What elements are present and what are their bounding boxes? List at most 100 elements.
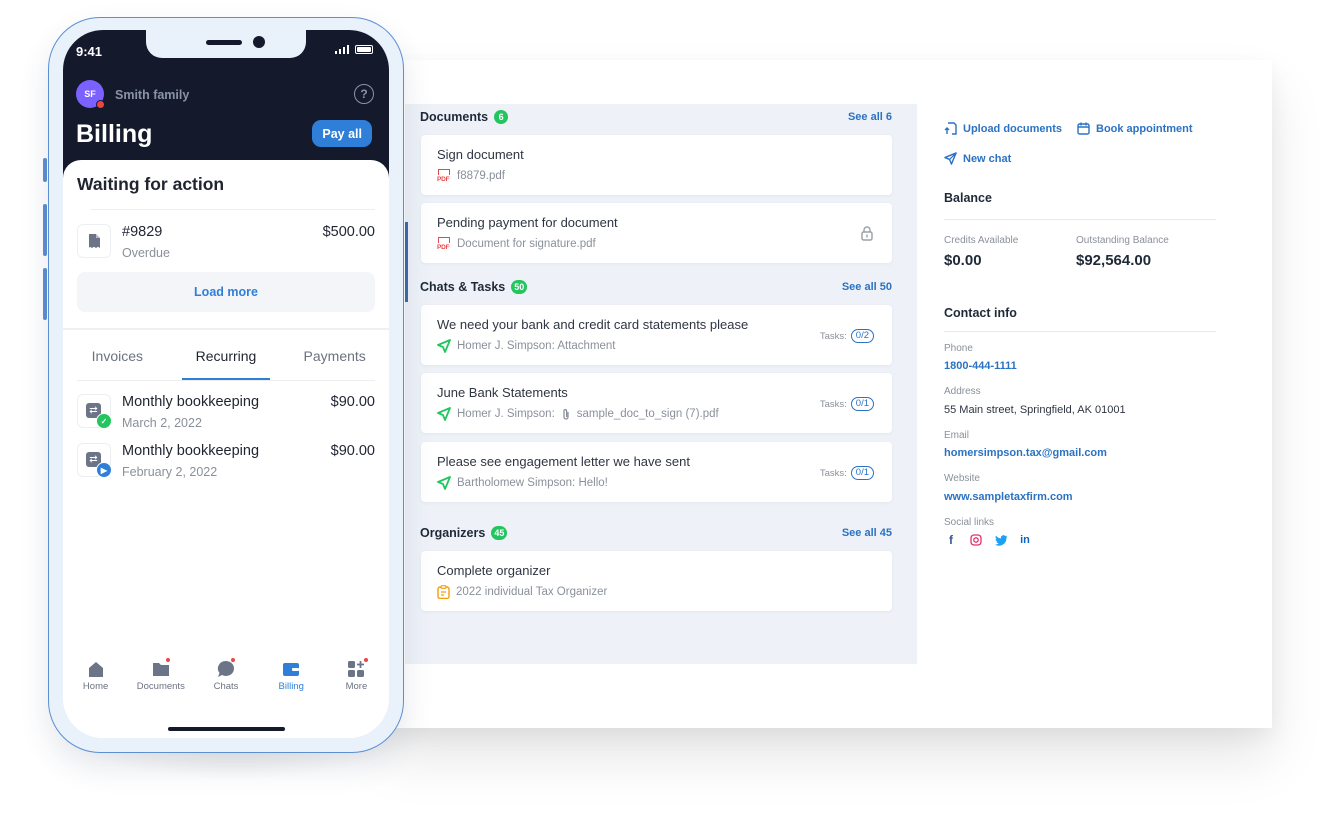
paperclip-icon xyxy=(563,408,569,420)
nav-billing[interactable]: Billing xyxy=(259,660,324,710)
send-icon xyxy=(944,152,957,165)
phone-label: Phone xyxy=(944,343,973,354)
chat-title: We need your bank and credit card statem… xyxy=(437,317,749,332)
address-value: 55 Main street, Springfield, AK 01001 xyxy=(944,404,1126,416)
document-title: Sign document xyxy=(437,147,524,162)
tasks-pill: 0/1 xyxy=(850,397,874,411)
chats-see-all-link[interactable]: See all 50 xyxy=(842,281,892,293)
chat-title: Please see engagement letter we have sen… xyxy=(437,454,690,469)
documents-title: Documents xyxy=(420,110,489,124)
organizers-see-all-link[interactable]: See all 45 xyxy=(842,527,892,539)
battery-icon xyxy=(355,45,373,54)
instagram-icon[interactable] xyxy=(969,533,983,547)
pdf-icon: PDF xyxy=(437,237,451,251)
tasks-counter: Tasks: 0/1 xyxy=(820,397,874,411)
email-link[interactable]: homersimpson.tax@gmail.com xyxy=(944,447,1107,459)
document-title: Pending payment for document xyxy=(437,215,618,230)
organizers-header: Organizers 45 See all 45 xyxy=(420,523,892,543)
document-card[interactable]: Pending payment for document PDF Documen… xyxy=(421,203,892,263)
billing-tabs: Invoices Recurring Payments xyxy=(63,338,389,381)
facebook-icon[interactable]: f xyxy=(944,533,958,547)
invoice-number: #9829 xyxy=(122,224,163,240)
chat-last-message: Homer J. Simpson: Attachment xyxy=(457,340,616,352)
upload-documents-button[interactable]: Upload documents xyxy=(944,122,1062,135)
recurring-icon: ⇄ ✓ xyxy=(77,394,112,429)
clipboard-icon xyxy=(437,585,450,599)
new-chat-button[interactable]: New chat xyxy=(944,152,1011,165)
divider xyxy=(944,331,1216,332)
organizer-subtitle: 2022 individual Tax Organizer xyxy=(456,586,608,598)
tab-payments[interactable]: Payments xyxy=(280,338,389,380)
chats-header: Chats & Tasks 50 See all 50 xyxy=(420,277,892,297)
organizer-card[interactable]: Complete organizer 2022 individual Tax O… xyxy=(421,551,892,611)
nav-documents[interactable]: Documents xyxy=(128,658,193,710)
recurring-date: February 2, 2022 xyxy=(122,465,218,479)
email-label: Email xyxy=(944,430,970,441)
document-file-name: Document for signature.pdf xyxy=(457,238,596,250)
outstanding-value: $92,564.00 xyxy=(1076,252,1152,269)
credits-label: Credits Available xyxy=(944,235,1019,246)
invoice-amount: $500.00 xyxy=(322,224,375,240)
bottom-nav: Home Documents Chats Billing More xyxy=(63,658,389,710)
recurring-amount: $90.00 xyxy=(330,394,375,410)
divider xyxy=(944,219,1216,220)
home-icon xyxy=(88,662,103,677)
play-circle-icon: ▶ xyxy=(96,462,112,478)
load-more-button[interactable]: Load more xyxy=(77,272,375,312)
signal-icon xyxy=(334,45,349,54)
help-icon[interactable]: ? xyxy=(354,84,374,104)
chat-last-message: Bartholomew Simpson: Hello! xyxy=(457,477,608,489)
family-name: Smith family xyxy=(115,88,190,102)
divider xyxy=(77,380,375,381)
chat-last-message: Homer J. Simpson: xyxy=(457,408,555,420)
chat-title: June Bank Statements xyxy=(437,385,568,400)
home-indicator xyxy=(168,727,285,731)
linkedin-icon[interactable]: in xyxy=(1018,533,1032,547)
social-label: Social links xyxy=(944,517,995,528)
lock-icon xyxy=(861,226,873,241)
phone-side-button xyxy=(43,268,47,320)
nav-more[interactable]: More xyxy=(324,658,389,710)
status-time: 9:41 xyxy=(76,44,103,59)
chat-attachment-name[interactable]: sample_doc_to_sign (7).pdf xyxy=(577,408,719,420)
tasks-pill: 0/1 xyxy=(850,466,874,480)
pay-all-button[interactable]: Pay all xyxy=(312,120,372,147)
tab-recurring[interactable]: Recurring xyxy=(172,338,281,381)
balance-title: Balance xyxy=(944,191,992,205)
documents-see-all-link[interactable]: See all 6 xyxy=(848,111,892,123)
calendar-icon xyxy=(1077,122,1090,135)
credits-value: $0.00 xyxy=(944,252,982,269)
document-card[interactable]: Sign document PDF f8879.pdf xyxy=(421,135,892,195)
notification-dot xyxy=(96,100,105,109)
twitter-icon[interactable] xyxy=(994,533,1008,547)
folder-icon xyxy=(152,663,169,676)
divider xyxy=(91,209,375,210)
check-circle-icon: ✓ xyxy=(96,413,112,429)
chats-title: Chats & Tasks xyxy=(420,280,506,294)
chat-card[interactable]: Please see engagement letter we have sen… xyxy=(421,442,892,502)
pdf-icon: PDF xyxy=(437,169,451,183)
phone-link[interactable]: 1800-444-1111 xyxy=(944,360,1017,372)
grid-plus-icon xyxy=(348,661,365,677)
nav-chats[interactable]: Chats xyxy=(193,658,258,710)
active-indicator xyxy=(405,222,408,302)
chat-card[interactable]: We need your bank and credit card statem… xyxy=(421,305,892,365)
address-label: Address xyxy=(944,386,981,397)
tab-invoices[interactable]: Invoices xyxy=(63,338,172,380)
outstanding-label: Outstanding Balance xyxy=(1076,235,1169,246)
chat-card[interactable]: June Bank Statements Homer J. Simpson: s… xyxy=(421,373,892,433)
book-appointment-button[interactable]: Book appointment xyxy=(1077,122,1193,135)
website-label: Website xyxy=(944,473,980,484)
recurring-title: Monthly bookkeeping xyxy=(122,394,260,410)
website-link[interactable]: www.sampletaxfirm.com xyxy=(944,491,1073,503)
documents-count-badge: 6 xyxy=(494,110,509,124)
chats-count-badge: 50 xyxy=(511,280,528,294)
page-title: Billing xyxy=(76,120,153,148)
divider xyxy=(63,328,389,330)
documents-header: Documents 6 See all 6 xyxy=(420,107,892,127)
tasks-counter: Tasks: 0/1 xyxy=(820,466,874,480)
phone-notch xyxy=(146,30,306,58)
invoice-status: Overdue xyxy=(122,246,170,260)
nav-home[interactable]: Home xyxy=(63,660,128,710)
phone-screen: 9:41 SF Smith family ? Billing Pay all W… xyxy=(63,30,389,738)
